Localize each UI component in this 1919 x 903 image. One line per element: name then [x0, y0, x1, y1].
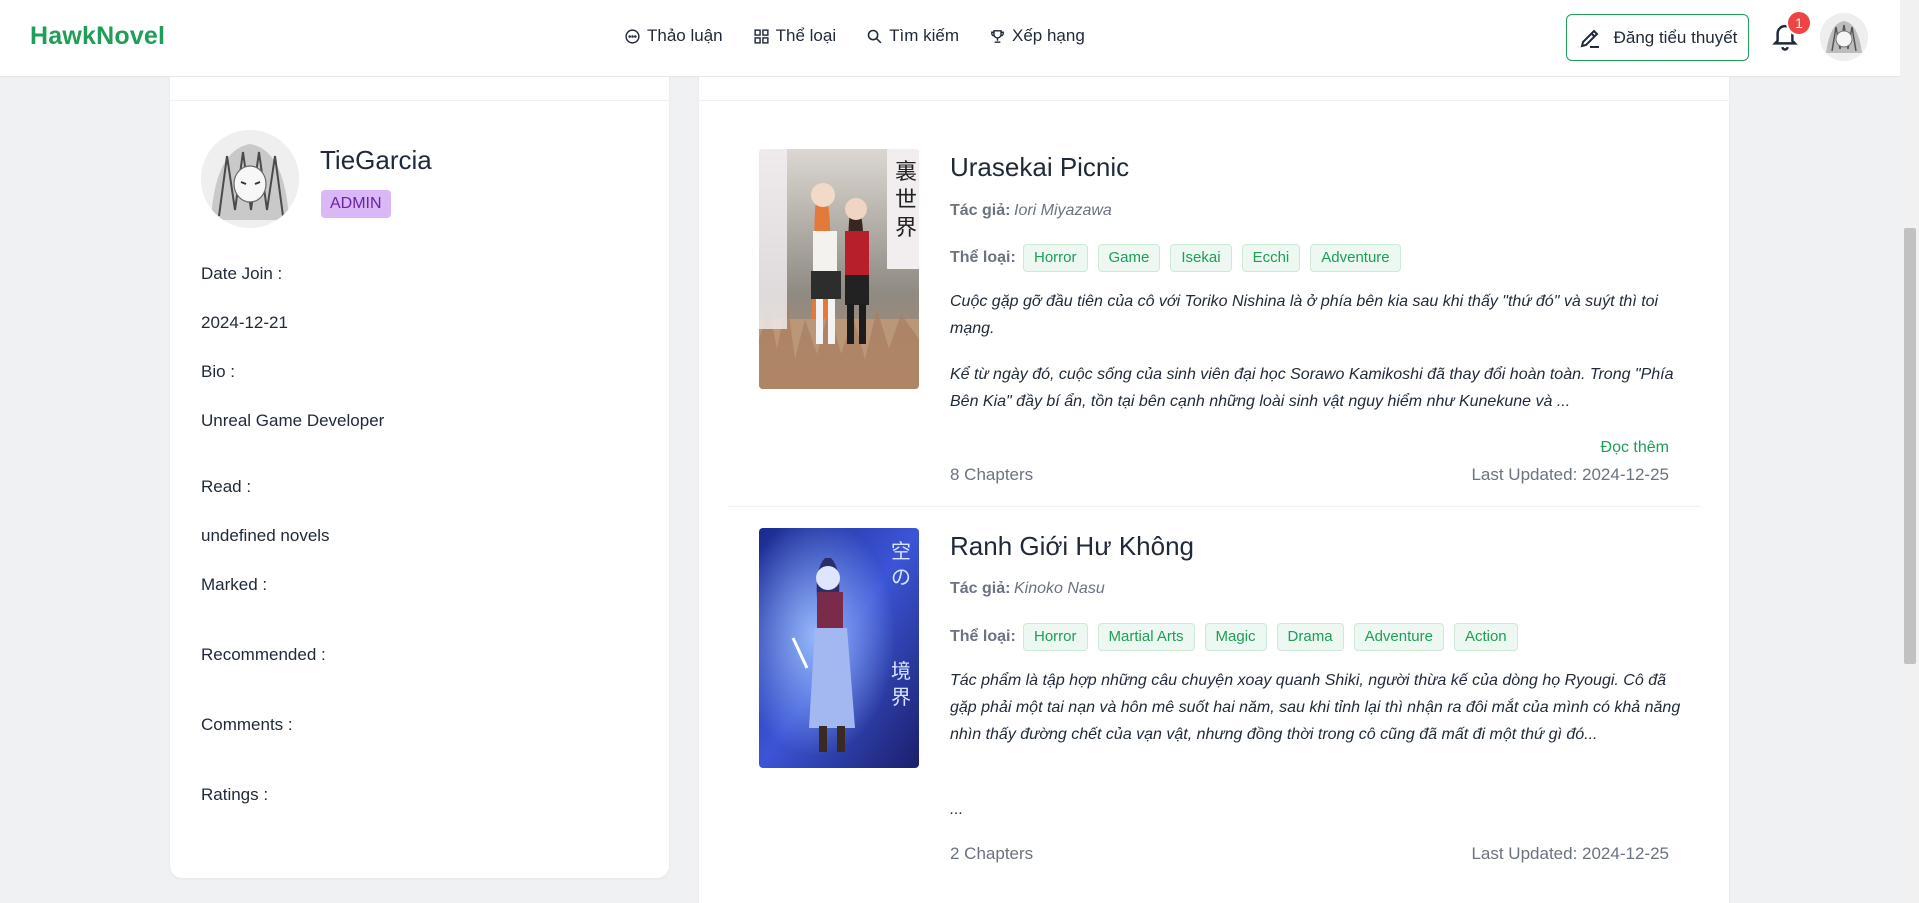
- genre-tag[interactable]: Isekai: [1170, 244, 1232, 272]
- post-novel-button[interactable]: Đăng tiểu thuyết: [1566, 14, 1749, 61]
- nav-genres[interactable]: Thể loại: [753, 26, 836, 46]
- kara-no-kyoukai-cover-image: 空 の 境 界: [759, 528, 919, 768]
- bio-value: Unreal Game Developer: [201, 411, 385, 430]
- trophy-icon: [991, 29, 1004, 43]
- avatar-image: [1820, 13, 1868, 61]
- genre-tag[interactable]: Ecchi: [1241, 244, 1301, 272]
- novel-title[interactable]: Urasekai Picnic: [950, 152, 1129, 183]
- novel-author[interactable]: Iori Miyazawa: [1014, 202, 1112, 220]
- profile-card: TieGarcia ADMIN Date Join : 2024-12-21 B…: [170, 40, 669, 878]
- genre-tag[interactable]: Game: [1097, 244, 1161, 272]
- search-icon: [867, 29, 882, 43]
- genre-tags: Horror Game Isekai Ecchi Adventure: [1023, 244, 1401, 272]
- main-nav: Thảo luận Thể loại Tìm kiếm Xếp hạng: [624, 26, 1115, 46]
- profile-avatar-image: [201, 130, 299, 228]
- site-logo[interactable]: HawkNovel: [30, 22, 165, 51]
- novels-card-divider: [699, 100, 1729, 101]
- svg-text:界: 界: [895, 216, 917, 241]
- chapter-count: 8 Chapters: [950, 465, 1034, 484]
- nav-discussion[interactable]: Thảo luận: [624, 26, 723, 46]
- nav-search-label: Tìm kiếm: [889, 26, 959, 45]
- top-navbar: HawkNovel Thảo luận Thể loại Tìm kiếm Xế…: [0, 0, 1900, 77]
- novel-separator: [727, 506, 1701, 507]
- page-scrollbar[interactable]: [1900, 0, 1919, 903]
- comments-label: Comments :: [201, 715, 293, 734]
- genre-tag[interactable]: Drama: [1276, 623, 1344, 651]
- read-more-link[interactable]: Đọc thêm: [1601, 439, 1669, 457]
- genre-tag[interactable]: Martial Arts: [1097, 623, 1195, 651]
- genre-tags: Horror Martial Arts Magic Drama Adventur…: [1023, 623, 1518, 651]
- chat-icon: [625, 28, 640, 44]
- svg-text:界: 界: [891, 685, 911, 709]
- genre-tag[interactable]: Adventure: [1353, 623, 1444, 651]
- novel-description: Tác phẩm là tập hợp những câu chuyện xoa…: [950, 672, 1681, 743]
- svg-text:境: 境: [891, 659, 911, 683]
- novel-cover[interactable]: 裏 世 界: [759, 149, 919, 389]
- nav-search[interactable]: Tìm kiếm: [866, 26, 959, 46]
- profile-avatar: [201, 130, 299, 228]
- genre-tag[interactable]: Action: [1453, 623, 1518, 651]
- urasekai-cover-image: 裏 世 界: [759, 149, 919, 389]
- profile-username: TieGarcia: [320, 145, 432, 175]
- last-updated: Last Updated: 2024-12-25: [1471, 465, 1669, 484]
- novels-list-card: 裏 世 界 Urasekai Picnic Tác giả: Iori Miya…: [699, 40, 1729, 903]
- pencil-icon: [1580, 29, 1599, 48]
- scrollbar-thumb[interactable]: [1904, 228, 1916, 664]
- ratings-label: Ratings :: [201, 785, 269, 804]
- novel-description-cont: Kể từ ngày đó, cuộc sống của sinh viên đ…: [950, 366, 1674, 410]
- read-value: undefined novels: [201, 526, 330, 545]
- genre-tag[interactable]: Horror: [1023, 244, 1088, 272]
- author-label: Tác giả:: [950, 580, 1011, 597]
- author-label: Tác giả:: [950, 202, 1011, 219]
- notification-count-badge: 1: [1786, 10, 1812, 36]
- svg-text:空: 空: [891, 539, 911, 563]
- marked-label: Marked :: [201, 575, 268, 594]
- role-badge: ADMIN: [321, 190, 391, 218]
- date-join-value: 2024-12-21: [201, 313, 288, 332]
- genre-tag[interactable]: Adventure: [1310, 244, 1401, 272]
- novel-cover[interactable]: 空 の 境 界: [759, 528, 919, 768]
- novel-author[interactable]: Kinoko Nasu: [1014, 580, 1105, 598]
- nav-ranking[interactable]: Xếp hạng: [989, 26, 1085, 46]
- user-avatar[interactable]: [1820, 13, 1868, 61]
- svg-text:世: 世: [895, 188, 917, 213]
- svg-text:裏: 裏: [895, 160, 917, 185]
- nav-genres-label: Thể loại: [775, 26, 837, 45]
- nav-ranking-label: Xếp hạng: [1012, 26, 1085, 45]
- novel-description-cont: ...: [950, 801, 964, 818]
- novel-description: Cuộc gặp gỡ đầu tiên của cô với Toriko N…: [950, 293, 1659, 337]
- date-join-label: Date Join :: [201, 264, 283, 283]
- bio-label: Bio :: [201, 362, 236, 381]
- genre-tag[interactable]: Horror: [1023, 623, 1088, 651]
- last-updated: Last Updated: 2024-12-25: [1471, 844, 1669, 863]
- genre-tag[interactable]: Magic: [1204, 623, 1267, 651]
- novel-title[interactable]: Ranh Giới Hư Không: [950, 531, 1194, 562]
- recommended-label: Recommended :: [201, 645, 326, 664]
- read-label: Read :: [201, 477, 252, 496]
- chapter-count: 2 Chapters: [950, 844, 1034, 863]
- svg-text:の: の: [891, 565, 911, 589]
- post-novel-label: Đăng tiểu thuyết: [1613, 27, 1738, 47]
- profile-card-divider: [170, 100, 669, 101]
- genre-label: Thể loại:: [950, 628, 1016, 645]
- genre-label: Thể loại:: [950, 249, 1016, 266]
- grid-icon: [754, 28, 769, 44]
- nav-discussion-label: Thảo luận: [647, 26, 723, 45]
